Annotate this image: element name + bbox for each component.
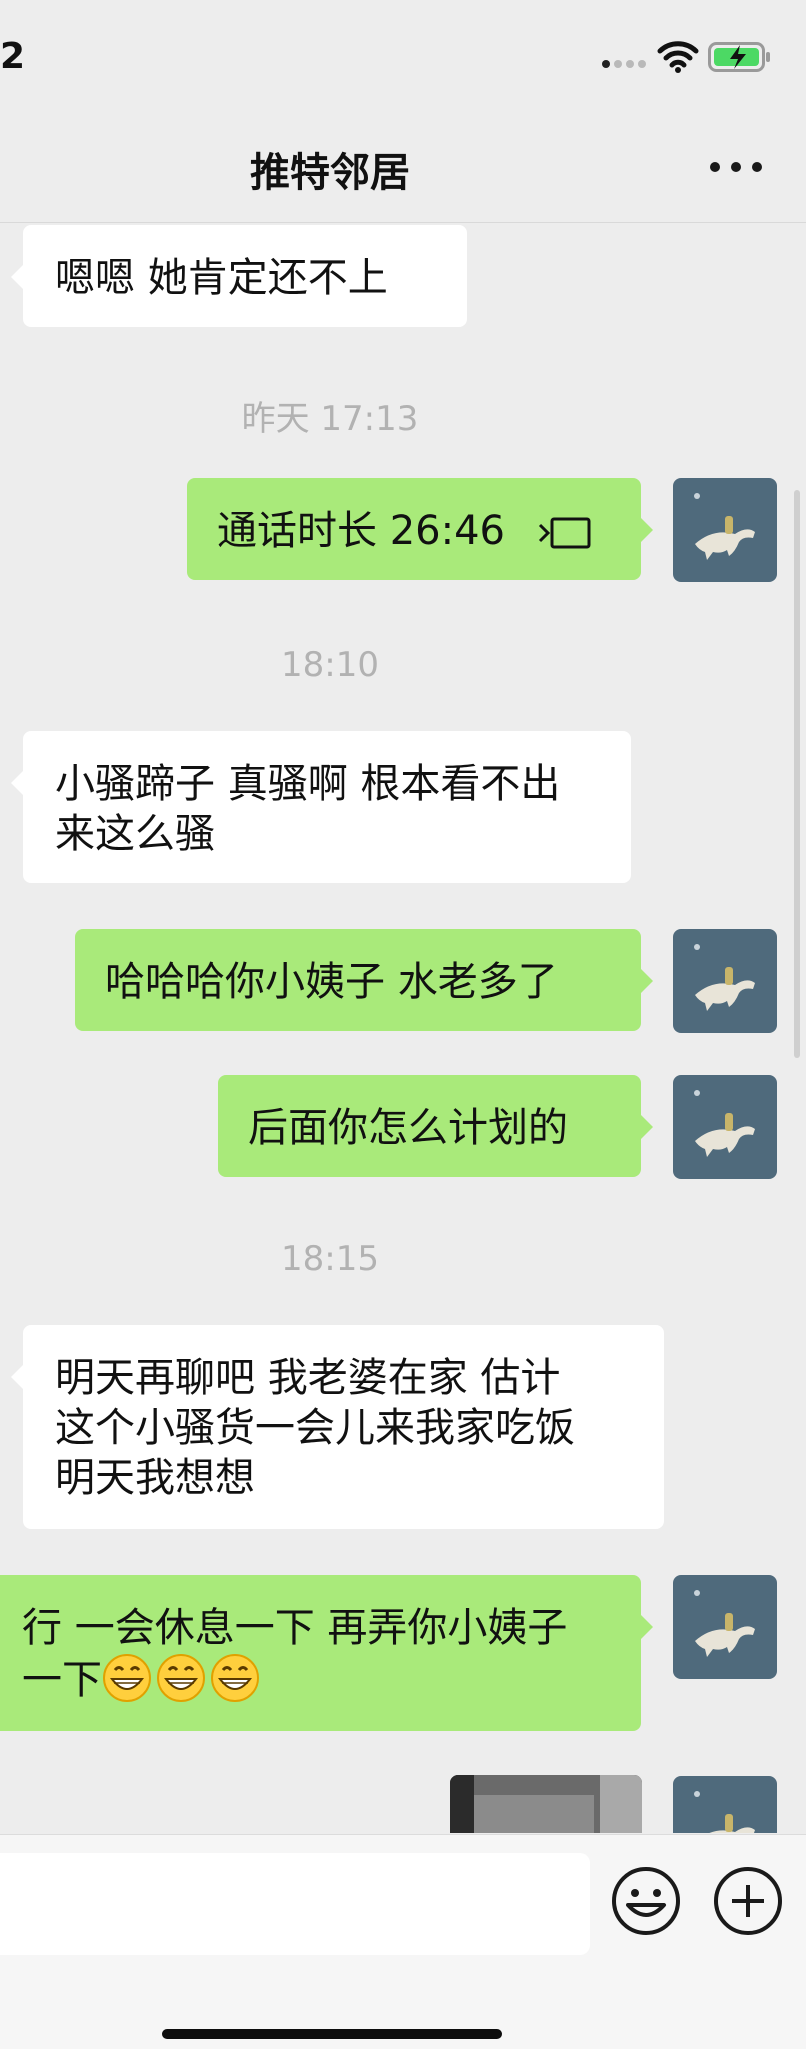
message-text: 小骚蹄子 真骚啊 根本看不出 来这么骚 (55, 761, 561, 857)
input-bar (0, 1834, 806, 2049)
home-indicator[interactable] (162, 2029, 502, 2039)
cellular-signal-icon (602, 56, 646, 72)
message-text: 后面你怎么计划的 (248, 1105, 568, 1151)
battery-charging-icon (708, 42, 770, 72)
message-bubble-outgoing-call[interactable]: 通话时长 26:46 (187, 478, 653, 580)
message-bubble-incoming[interactable]: 嗯嗯 她肯定还不上 (11, 225, 467, 327)
message-bubble-outgoing[interactable]: 哈哈哈你小姨子 水老多了 (75, 929, 653, 1031)
message-text: 哈哈哈你小姨子 水老多了 (105, 959, 558, 1005)
timestamp: 18:15 (281, 1239, 379, 1279)
scrollbar[interactable] (794, 490, 800, 1058)
plus-circle-icon[interactable] (712, 1865, 784, 1937)
call-duration-text: 通话时长 26:46 (217, 508, 505, 554)
status-bar: 2 (0, 0, 806, 110)
message-text: 明天再聊吧 我老婆在家 估计 这个小骚货一会儿来我家吃饭 明天我想想 (55, 1355, 575, 1501)
chat-header: 推特邻居 (0, 110, 806, 223)
smiley-face-icon[interactable] (610, 1865, 682, 1937)
message-text: 嗯嗯 她肯定还不上 (55, 255, 388, 301)
timestamp: 昨天 17:13 (241, 399, 419, 439)
timestamp: 18:10 (281, 645, 379, 685)
grin-emoji-icon (157, 1654, 205, 1702)
avatar[interactable] (673, 1075, 777, 1179)
message-bubble-incoming[interactable]: 明天再聊吧 我老婆在家 估计 这个小骚货一会儿来我家吃饭 明天我想想 (11, 1325, 664, 1529)
message-bubble-outgoing[interactable]: 后面你怎么计划的 (218, 1075, 653, 1177)
grin-emoji-icon (103, 1654, 151, 1702)
avatar[interactable] (673, 478, 777, 582)
more-options-button[interactable] (706, 148, 766, 188)
chat-message-list[interactable]: 嗯嗯 她肯定还不上 昨天 17:13 通话时长 26:46 18:10 小骚蹄子… (0, 223, 806, 1833)
message-input[interactable] (0, 1853, 590, 1955)
avatar[interactable] (673, 1776, 777, 1833)
message-bubble-outgoing[interactable]: 行 一会休息一下 再弄你小姨子 一下 (0, 1575, 653, 1731)
chat-title: 推特邻居 (250, 150, 410, 196)
status-time: 2 (0, 36, 26, 77)
voice-call-icon (538, 517, 591, 549)
grin-emoji-icon (211, 1654, 259, 1702)
photo-thumbnail[interactable] (450, 1775, 642, 1833)
avatar[interactable] (673, 1575, 777, 1679)
wifi-icon (657, 41, 699, 73)
message-bubble-incoming[interactable]: 小骚蹄子 真骚啊 根本看不出 来这么骚 (11, 731, 631, 883)
avatar[interactable] (673, 929, 777, 1033)
